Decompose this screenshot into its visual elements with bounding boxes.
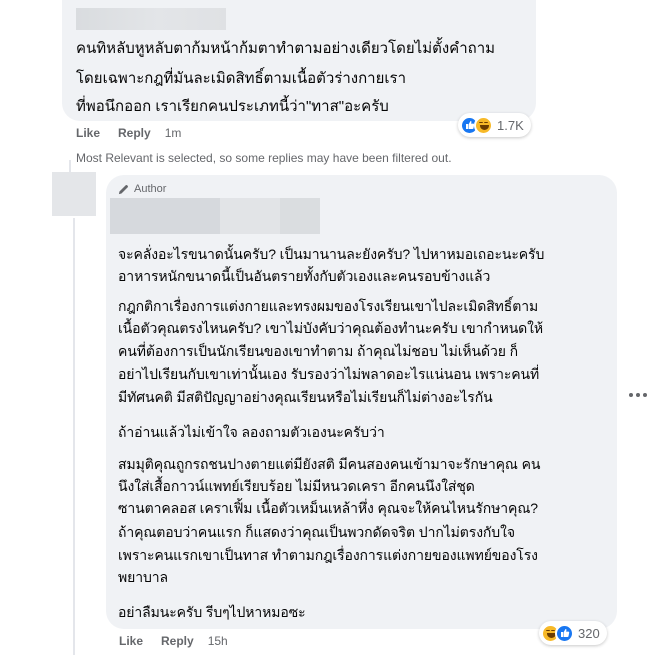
reply-text-line: นึงใส่เสื้อกาวน์แพทย์เรียบร้อย ไม่มีหนวด… <box>118 478 475 494</box>
like-icon <box>555 623 574 643</box>
filter-notice: Most Relevant is selected, so some repli… <box>76 151 452 165</box>
comment-actions: Like Reply 1m <box>76 126 181 140</box>
reply-link[interactable]: Reply <box>161 634 194 648</box>
haha-icon <box>474 115 493 135</box>
reply-text-line: คนที่ต้องการเป็นนักเรียนของเขาทำตาม ถ้าค… <box>118 343 519 359</box>
avatar[interactable] <box>52 172 96 216</box>
reply-text-line: สมมุติคุณถูกรถชนปางตายแต่มียังสติ มีคนสอ… <box>118 456 541 472</box>
comment-bubble: คนทิหลับหูหลับตาก้มหน้าก้มตาทำตามอย่างเด… <box>62 0 536 121</box>
comment-text-line: โดยเฉพาะกฎที่มันละเมิดสิทธิ์ตามเนื้อตัวร… <box>76 70 406 87</box>
timestamp[interactable]: 15h <box>208 634 228 648</box>
comment-reactions[interactable]: 1.7K <box>458 113 531 137</box>
reply-text-line: อาหารหนักขนาดนี้เป็นอันตรายทั้งกับตัวเอง… <box>118 268 491 284</box>
reply-text-line: เนื้อตัวคุณตรงไหนครับ? เขาไม่บังคับว่าคุ… <box>118 320 544 336</box>
reply-text-line: ซานตาคลอส เคราเฟิ้ม เนื้อตัวเหม็นเหล้าหึ… <box>118 500 538 516</box>
reply-link[interactable]: Reply <box>118 126 151 140</box>
reply-reactions[interactable]: 320 <box>539 621 607 645</box>
thread-line <box>73 218 75 655</box>
reply-bubble: Author จะคลั่งอะไรขนาดนั้นครับ? เป็นมานา… <box>106 175 617 629</box>
blurred-author-name <box>110 198 320 234</box>
like-link[interactable]: Like <box>119 634 143 648</box>
reply-text-line: อย่าไปเรียนกับเขาเท่านั้นเอง รับรองว่าไม… <box>118 366 540 382</box>
reaction-count: 320 <box>578 625 600 641</box>
reply-text-line: จะคลั่งอะไรขนาดนั้นครับ? เป็นมานานละยังค… <box>118 246 545 262</box>
reaction-count: 1.7K <box>497 117 524 133</box>
blurred-commenter-name <box>76 8 226 30</box>
reply-text-line: อย่าลืมนะครับ รีบๆไปหาหมอซะ <box>118 604 306 620</box>
pencil-icon <box>118 184 128 194</box>
reply-text-line: ถ้าคุณตอบว่าคนแรก ก็แสดงว่าคุณเป็นพวกดัด… <box>118 524 515 540</box>
reply-text-line: กฎกติกาเรื่องการแต่งกายและทรงผมของโรงเรี… <box>118 298 539 314</box>
reply-text-line: พยาบาล <box>118 569 169 585</box>
comment-text-line: ที่พอนึกออก เราเรียกคนประเภทนี้ว่า"ทาส"อ… <box>76 98 389 115</box>
reply-text-line: มีทัศนคติ มีสติปัญญาอย่างคุณเรียนหรือไม่… <box>118 389 493 405</box>
reply-text-line: เพราะคนแรกเขาเป็นทาส ทำตามกฎเรื่องการแต่… <box>118 547 538 563</box>
author-badge: Author <box>118 183 166 195</box>
comment-text-line: คนทิหลับหูหลับตาก้มหน้าก้มตาทำตามอย่างเด… <box>76 40 496 57</box>
author-label: Author <box>134 183 167 195</box>
more-options-icon[interactable] <box>629 393 647 397</box>
like-link[interactable]: Like <box>76 126 100 140</box>
reply-text-line: ถ้าอ่านแล้วไม่เข้าใจ ลองถามตัวเองนะครับว… <box>118 424 385 440</box>
timestamp[interactable]: 1m <box>165 126 182 140</box>
reply-actions: Like Reply 15h <box>119 634 228 648</box>
